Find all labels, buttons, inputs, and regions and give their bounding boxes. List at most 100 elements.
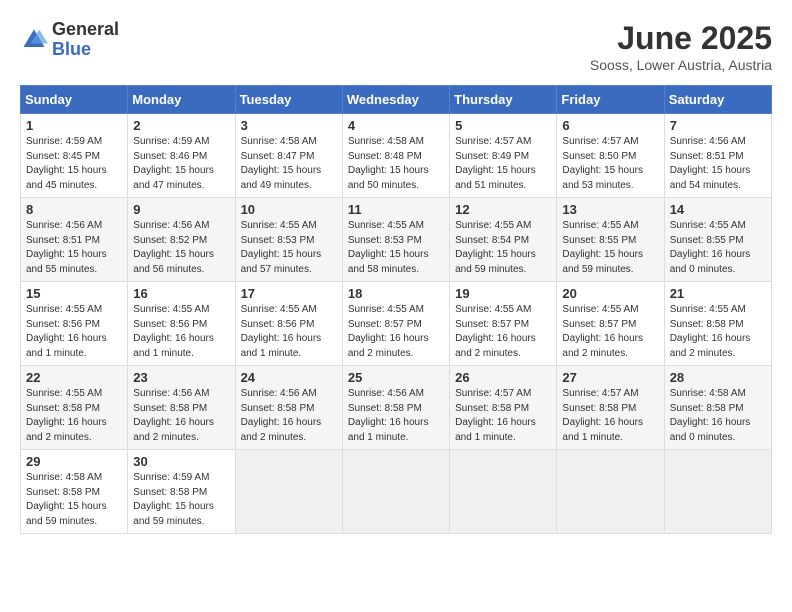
month-title: June 2025 [590, 20, 772, 57]
day-content: Sunrise: 4:55 AM Sunset: 8:53 PM Dayligh… [348, 219, 444, 277]
day-number: 19 [455, 286, 551, 301]
calendar-cell: 17 Sunrise: 4:55 AM Sunset: 8:56 PM Dayli… [235, 282, 342, 366]
day-content: Sunrise: 4:55 AM Sunset: 8:56 PM Dayligh… [241, 303, 337, 361]
day-content: Sunrise: 4:57 AM Sunset: 8:58 PM Dayligh… [562, 387, 658, 445]
calendar-cell: 15 Sunrise: 4:55 AM Sunset: 8:56 PM Dayli… [21, 282, 128, 366]
calendar-cell [664, 450, 771, 534]
day-content: Sunrise: 4:55 AM Sunset: 8:53 PM Dayligh… [241, 219, 337, 277]
day-number: 12 [455, 202, 551, 217]
day-number: 9 [133, 202, 229, 217]
calendar-header-tuesday: Tuesday [235, 86, 342, 114]
calendar-cell: 11 Sunrise: 4:55 AM Sunset: 8:53 PM Dayli… [342, 198, 449, 282]
calendar-cell: 7 Sunrise: 4:56 AM Sunset: 8:51 PM Daylig… [664, 114, 771, 198]
day-content: Sunrise: 4:55 AM Sunset: 8:57 PM Dayligh… [455, 303, 551, 361]
calendar-cell: 9 Sunrise: 4:56 AM Sunset: 8:52 PM Daylig… [128, 198, 235, 282]
calendar-cell: 14 Sunrise: 4:55 AM Sunset: 8:55 PM Dayli… [664, 198, 771, 282]
calendar-cell: 6Sunrise: 4:57 AM Sunset: 8:50 PM Daylig… [557, 114, 664, 198]
day-content: Sunrise: 4:55 AM Sunset: 8:56 PM Dayligh… [133, 303, 229, 361]
day-content: Sunrise: 4:55 AM Sunset: 8:57 PM Dayligh… [348, 303, 444, 361]
calendar-week-3: 15 Sunrise: 4:55 AM Sunset: 8:56 PM Dayli… [21, 282, 772, 366]
calendar-cell: 27 Sunrise: 4:57 AM Sunset: 8:58 PM Dayli… [557, 366, 664, 450]
calendar-header-friday: Friday [557, 86, 664, 114]
calendar-cell: 30 Sunrise: 4:59 AM Sunset: 8:58 PM Dayli… [128, 450, 235, 534]
day-number: 27 [562, 370, 658, 385]
day-number: 15 [26, 286, 122, 301]
day-content: Sunrise: 4:56 AM Sunset: 8:51 PM Dayligh… [26, 219, 122, 277]
day-content: Sunrise: 4:57 AM Sunset: 8:49 PM Dayligh… [455, 135, 551, 193]
calendar-cell [557, 450, 664, 534]
day-content: Sunrise: 4:56 AM Sunset: 8:58 PM Dayligh… [241, 387, 337, 445]
calendar-week-1: 1Sunrise: 4:59 AM Sunset: 8:45 PM Daylig… [21, 114, 772, 198]
day-number: 25 [348, 370, 444, 385]
calendar-cell: 13 Sunrise: 4:55 AM Sunset: 8:55 PM Dayli… [557, 198, 664, 282]
calendar-cell: 21 Sunrise: 4:55 AM Sunset: 8:58 PM Dayli… [664, 282, 771, 366]
day-number: 16 [133, 286, 229, 301]
calendar-body: 1Sunrise: 4:59 AM Sunset: 8:45 PM Daylig… [21, 114, 772, 534]
calendar-cell: 23 Sunrise: 4:56 AM Sunset: 8:58 PM Dayli… [128, 366, 235, 450]
logo: General Blue [20, 20, 119, 60]
day-number: 6 [562, 118, 658, 133]
day-number: 2 [133, 118, 229, 133]
calendar-header-sunday: Sunday [21, 86, 128, 114]
day-content: Sunrise: 4:58 AM Sunset: 8:58 PM Dayligh… [670, 387, 766, 445]
calendar-cell: 1Sunrise: 4:59 AM Sunset: 8:45 PM Daylig… [21, 114, 128, 198]
day-number: 24 [241, 370, 337, 385]
calendar-cell [235, 450, 342, 534]
title-block: June 2025 Sooss, Lower Austria, Austria [590, 20, 772, 73]
day-number: 10 [241, 202, 337, 217]
day-number: 30 [133, 454, 229, 469]
day-number: 20 [562, 286, 658, 301]
day-content: Sunrise: 4:59 AM Sunset: 8:45 PM Dayligh… [26, 135, 122, 193]
day-number: 13 [562, 202, 658, 217]
day-number: 5 [455, 118, 551, 133]
calendar-cell: 29Sunrise: 4:58 AM Sunset: 8:58 PM Dayli… [21, 450, 128, 534]
day-content: Sunrise: 4:56 AM Sunset: 8:52 PM Dayligh… [133, 219, 229, 277]
day-content: Sunrise: 4:56 AM Sunset: 8:51 PM Dayligh… [670, 135, 766, 193]
day-number: 29 [26, 454, 122, 469]
calendar-cell: 18Sunrise: 4:55 AM Sunset: 8:57 PM Dayli… [342, 282, 449, 366]
calendar-cell [450, 450, 557, 534]
header-row: SundayMondayTuesdayWednesdayThursdayFrid… [21, 86, 772, 114]
day-number: 11 [348, 202, 444, 217]
calendar-cell: 12 Sunrise: 4:55 AM Sunset: 8:54 PM Dayli… [450, 198, 557, 282]
calendar-header-thursday: Thursday [450, 86, 557, 114]
day-content: Sunrise: 4:55 AM Sunset: 8:58 PM Dayligh… [670, 303, 766, 361]
calendar-cell: 10 Sunrise: 4:55 AM Sunset: 8:53 PM Dayli… [235, 198, 342, 282]
location-label: Sooss, Lower Austria, Austria [590, 57, 772, 73]
day-content: Sunrise: 4:55 AM Sunset: 8:55 PM Dayligh… [670, 219, 766, 277]
page-header: General Blue June 2025 Sooss, Lower Aust… [20, 20, 772, 73]
day-content: Sunrise: 4:57 AM Sunset: 8:58 PM Dayligh… [455, 387, 551, 445]
day-content: Sunrise: 4:56 AM Sunset: 8:58 PM Dayligh… [348, 387, 444, 445]
day-number: 17 [241, 286, 337, 301]
day-number: 23 [133, 370, 229, 385]
day-number: 3 [241, 118, 337, 133]
day-number: 7 [670, 118, 766, 133]
calendar-cell: 4 Sunrise: 4:58 AM Sunset: 8:48 PM Daylig… [342, 114, 449, 198]
day-content: Sunrise: 4:59 AM Sunset: 8:58 PM Dayligh… [133, 471, 229, 529]
logo-text: General Blue [52, 20, 119, 60]
day-number: 14 [670, 202, 766, 217]
calendar-header-monday: Monday [128, 86, 235, 114]
calendar-cell: 3 Sunrise: 4:58 AM Sunset: 8:47 PM Daylig… [235, 114, 342, 198]
day-number: 26 [455, 370, 551, 385]
calendar-cell: 2 Sunrise: 4:59 AM Sunset: 8:46 PM Daylig… [128, 114, 235, 198]
calendar-cell: 19 Sunrise: 4:55 AM Sunset: 8:57 PM Dayli… [450, 282, 557, 366]
day-content: Sunrise: 4:59 AM Sunset: 8:46 PM Dayligh… [133, 135, 229, 193]
day-content: Sunrise: 4:55 AM Sunset: 8:54 PM Dayligh… [455, 219, 551, 277]
day-content: Sunrise: 4:55 AM Sunset: 8:55 PM Dayligh… [562, 219, 658, 277]
day-number: 21 [670, 286, 766, 301]
calendar-header: SundayMondayTuesdayWednesdayThursdayFrid… [21, 86, 772, 114]
day-number: 8 [26, 202, 122, 217]
calendar-week-5: 29Sunrise: 4:58 AM Sunset: 8:58 PM Dayli… [21, 450, 772, 534]
calendar-cell: 28Sunrise: 4:58 AM Sunset: 8:58 PM Dayli… [664, 366, 771, 450]
day-content: Sunrise: 4:58 AM Sunset: 8:48 PM Dayligh… [348, 135, 444, 193]
calendar-cell: 26 Sunrise: 4:57 AM Sunset: 8:58 PM Dayli… [450, 366, 557, 450]
day-content: Sunrise: 4:56 AM Sunset: 8:58 PM Dayligh… [133, 387, 229, 445]
calendar-week-2: 8 Sunrise: 4:56 AM Sunset: 8:51 PM Daylig… [21, 198, 772, 282]
day-content: Sunrise: 4:55 AM Sunset: 8:58 PM Dayligh… [26, 387, 122, 445]
calendar-cell: 16 Sunrise: 4:55 AM Sunset: 8:56 PM Dayli… [128, 282, 235, 366]
logo-blue-label: Blue [52, 40, 119, 60]
day-number: 4 [348, 118, 444, 133]
day-content: Sunrise: 4:58 AM Sunset: 8:47 PM Dayligh… [241, 135, 337, 193]
day-content: Sunrise: 4:55 AM Sunset: 8:56 PM Dayligh… [26, 303, 122, 361]
